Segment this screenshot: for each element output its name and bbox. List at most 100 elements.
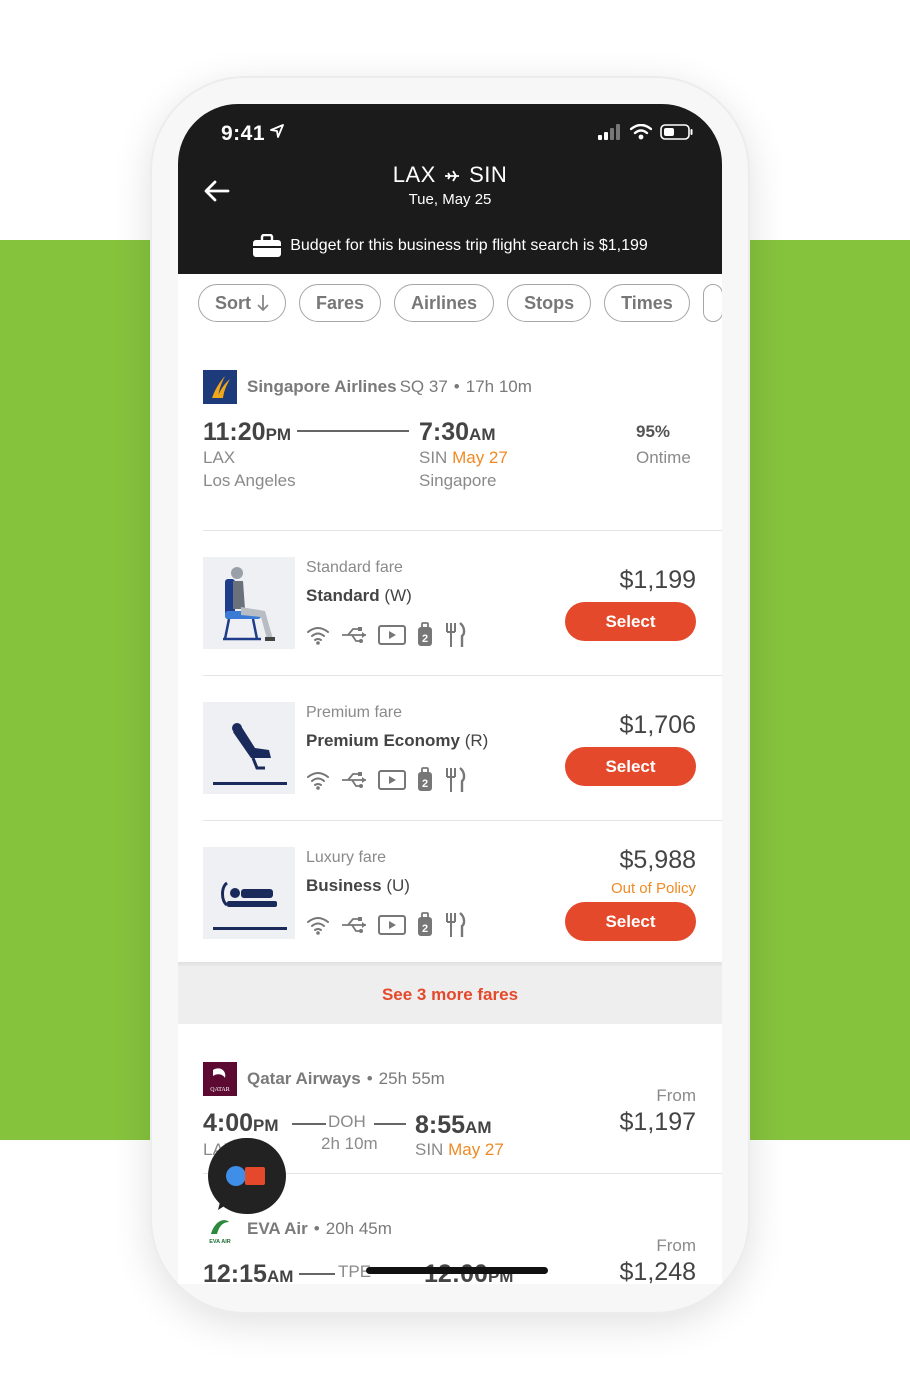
- route-line: [297, 430, 409, 432]
- qatar-airways-logo: QATAR: [203, 1062, 237, 1096]
- video-screen-icon: [378, 625, 406, 645]
- sort-label: Sort: [215, 292, 251, 313]
- business-seat-image: [203, 847, 295, 939]
- from-price: $1,248: [619, 1258, 696, 1284]
- signal-icon: [598, 124, 620, 140]
- filter-bar: Sort Fares Airlines Stops Times: [198, 284, 722, 322]
- usb-icon: [342, 627, 366, 643]
- sort-chip[interactable]: Sort: [198, 284, 286, 322]
- separator-dot: •: [366, 1069, 373, 1088]
- divider: [203, 675, 722, 676]
- fare-category: Luxury fare: [306, 849, 387, 866]
- arrive-code: SIN: [419, 448, 448, 467]
- svg-text:EVA AIR: EVA AIR: [209, 1239, 231, 1245]
- fare-price: $1,199: [619, 566, 696, 594]
- wifi-icon: [307, 627, 329, 645]
- airline-row: Singapore Airlines SQ 37 • 17h 10m: [203, 370, 532, 404]
- fares-label: Fares: [316, 292, 365, 313]
- flight-number: SQ 37: [399, 377, 448, 396]
- ontime-percent: 95%: [636, 422, 671, 441]
- usb-icon: [342, 772, 366, 788]
- depart-ampm: PM: [253, 1116, 279, 1135]
- fares-chip[interactable]: Fares: [299, 284, 382, 322]
- depart-code: LAX: [203, 448, 236, 467]
- route-line-right: [374, 1123, 406, 1125]
- svg-text:2: 2: [422, 633, 428, 645]
- app-header: 9:41 LAX SIN Tue, May 25 Budget for this…: [178, 104, 722, 274]
- route-date: Tue, May 25: [408, 191, 492, 208]
- from-label: From: [656, 1086, 696, 1105]
- depart-time-value: 11:20: [203, 418, 266, 446]
- battery-icon: [660, 124, 693, 140]
- stop-code: DOH: [328, 1112, 366, 1131]
- depart-ampm: AM: [266, 1267, 294, 1284]
- briefcase-icon: [253, 234, 282, 257]
- fare-category: Premium fare: [306, 704, 403, 721]
- svg-text:2: 2: [422, 778, 428, 790]
- arrive-code-date: SIN May 27: [415, 1140, 504, 1160]
- stop-duration: 2h 10m: [321, 1134, 378, 1153]
- premium-seat-image: [203, 702, 295, 794]
- flight-duration: 20h 45m: [325, 1219, 392, 1238]
- route-line-left: [292, 1123, 326, 1125]
- amenities: 2: [306, 767, 466, 793]
- fare-code: (W): [384, 586, 412, 605]
- seated-passenger-icon: [223, 567, 275, 641]
- chat-logo-icon: [218, 1166, 265, 1210]
- wifi-icon: [630, 124, 652, 140]
- wifi-icon: [307, 917, 329, 935]
- fare-code: (U): [386, 876, 410, 895]
- more-filters-chip[interactable]: [702, 284, 722, 322]
- stops-chip[interactable]: Stops: [507, 284, 592, 322]
- airline-row: QATAR Qatar Airways • 25h 55m: [203, 1062, 445, 1096]
- route-line-left: [299, 1273, 335, 1275]
- from-price: $1,197: [619, 1108, 696, 1136]
- depart-time-value: 12:15: [203, 1260, 267, 1284]
- depart-time: 4:00PM: [203, 1109, 279, 1138]
- airline-name: EVA Air: [247, 1219, 308, 1238]
- arrive-date: May 27: [448, 1140, 504, 1159]
- meal-icon: [446, 912, 466, 937]
- baggage-icon: 2: [418, 622, 432, 646]
- arrive-time-value: 8:55: [415, 1111, 466, 1139]
- select-standard-button[interactable]: Select: [565, 602, 696, 641]
- arrive-city: Singapore: [419, 471, 497, 490]
- fare-name: Premium Economy (R): [306, 731, 488, 751]
- flight-duration: 25h 55m: [378, 1069, 445, 1088]
- fare-price: $5,988: [619, 846, 696, 874]
- baggage-icon: 2: [418, 767, 432, 791]
- location-arrow-icon: [270, 124, 284, 138]
- video-screen-icon: [378, 915, 406, 935]
- route-title: LAX SIN: [178, 162, 722, 188]
- arrive-date: May 27: [452, 448, 508, 467]
- see-more-fares-link[interactable]: See 3 more fares: [178, 966, 722, 1024]
- from-label: From: [656, 1236, 696, 1255]
- amenities: 2: [306, 912, 466, 938]
- lie-flat-bed-icon: [213, 881, 287, 930]
- sort-arrow-icon: [257, 295, 269, 312]
- meal-icon: [446, 767, 466, 792]
- fare-class-name: Premium Economy: [306, 731, 460, 750]
- usb-icon: [342, 917, 366, 933]
- separator-dot: •: [313, 1219, 320, 1238]
- fare-price: $1,706: [619, 711, 696, 739]
- out-of-policy-badge: Out of Policy: [610, 880, 696, 897]
- arrive-ampm: AM: [469, 425, 496, 444]
- home-indicator[interactable]: [366, 1267, 548, 1274]
- depart-time: 11:20PM: [203, 418, 291, 447]
- baggage-icon: 2: [418, 912, 432, 936]
- select-premium-button[interactable]: Select: [565, 747, 696, 786]
- wifi-icon: [307, 772, 329, 790]
- times-chip[interactable]: Times: [604, 284, 690, 322]
- chat-support-button[interactable]: [208, 1138, 286, 1214]
- singapore-airlines-logo: [203, 370, 237, 404]
- eva-air-logo: EVA AIR: [203, 1212, 237, 1246]
- meal-icon: [446, 622, 466, 647]
- fare-code: (R): [464, 731, 489, 750]
- arrive-time-value: 7:30: [419, 418, 470, 446]
- airlines-chip[interactable]: Airlines: [394, 284, 495, 322]
- svg-text:QATAR: QATAR: [210, 1087, 230, 1093]
- fare-name: Business (U): [306, 876, 410, 896]
- depart-ampm: PM: [265, 425, 292, 444]
- select-business-button[interactable]: Select: [565, 902, 696, 941]
